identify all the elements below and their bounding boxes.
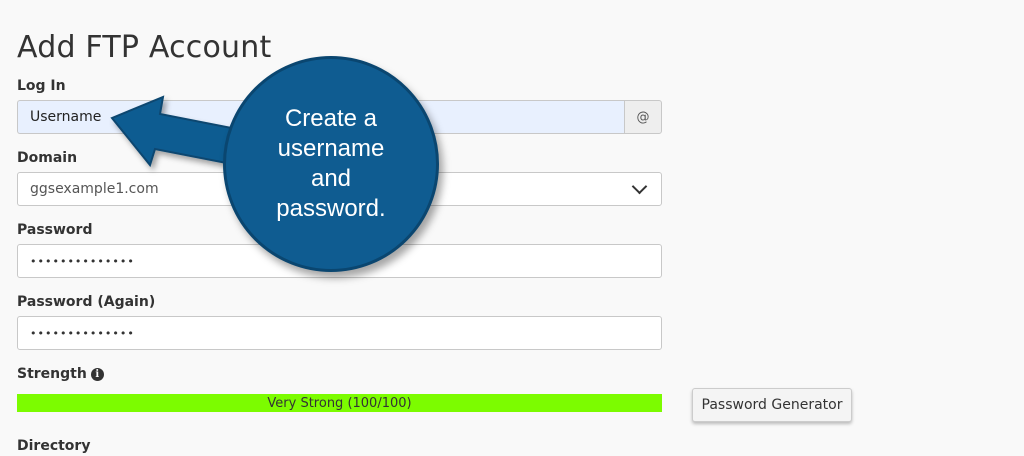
password-mask: •••••••••••••• [30, 254, 135, 268]
strength-meter: Very Strong (100/100) [17, 394, 662, 412]
callout-text: Create a username and password. [276, 105, 386, 222]
domain-select-value: ggsexample1.com [30, 181, 159, 197]
strength-label: Strength [17, 366, 87, 382]
directory-label: Directory [17, 438, 91, 454]
password-label: Password [17, 222, 93, 238]
chevron-down-icon [631, 178, 648, 195]
strength-label-row: Strength i [17, 366, 104, 382]
at-symbol-addon: @ [624, 100, 662, 134]
login-label: Log In [17, 78, 66, 94]
page-title: Add FTP Account [17, 30, 272, 65]
callout-bubble: Create a username and password. [223, 56, 439, 272]
password-generator-button[interactable]: Password Generator [692, 388, 852, 422]
info-icon[interactable]: i [90, 368, 104, 381]
password-again-label: Password (Again) [17, 294, 156, 310]
domain-label: Domain [17, 150, 78, 166]
strength-meter-text: Very Strong (100/100) [267, 395, 412, 411]
password-again-mask: •••••••••••••• [30, 326, 135, 340]
callout-arrow [110, 95, 264, 170]
password-again-input[interactable]: •••••••••••••• [17, 316, 662, 350]
